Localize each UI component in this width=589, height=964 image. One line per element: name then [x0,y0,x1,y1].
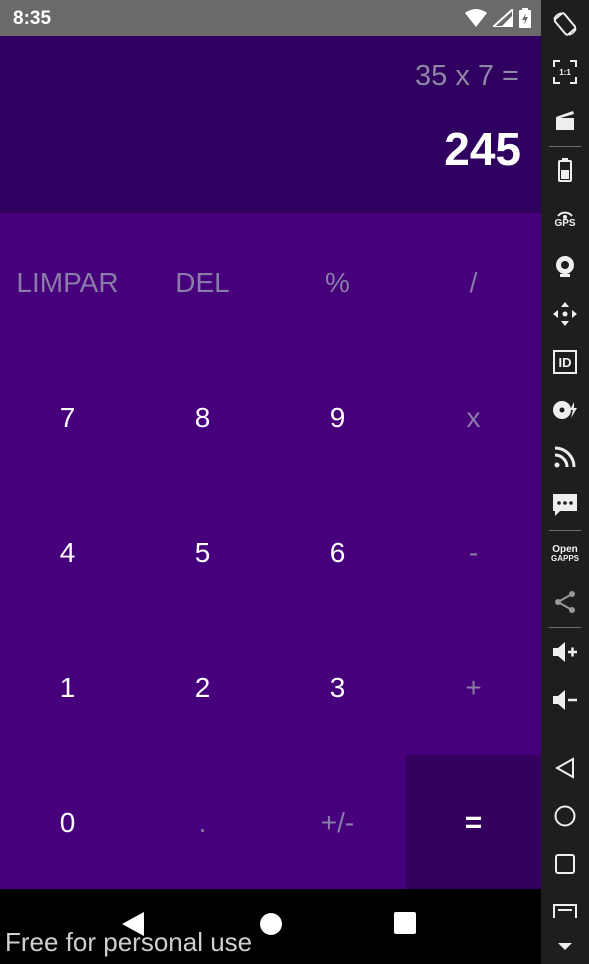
battery-icon [519,8,531,28]
volume-down-icon [553,690,577,710]
ratio-label: 1:1 [559,67,571,77]
battery-button[interactable] [541,150,589,190]
divide-button[interactable]: / [406,215,541,350]
toolbar-divider [549,627,581,628]
keypad: LIMPAR DEL % / 7 8 9 x 4 5 6 - 1 2 3 + 0… [0,213,541,890]
percent-button[interactable]: % [270,215,405,350]
device-id-button[interactable]: ID [541,342,589,382]
side-back-button[interactable] [541,748,589,788]
side-recents-button[interactable] [541,844,589,884]
id-label: ID [558,354,572,370]
cast-icon [554,446,576,468]
rotate-button[interactable] [541,4,589,44]
digit-9-button[interactable]: 9 [270,350,405,485]
gps-button[interactable]: GPS [541,198,589,238]
toolbar-divider [549,530,581,531]
opengapps-button[interactable]: Open GAPPS [541,534,589,574]
volume-up-icon [553,642,577,662]
decimal-button[interactable]: . [135,755,270,890]
clapperboard-icon [556,111,574,130]
emulator-toolbar: 1:1 GPS ID Open GAPPS [541,0,589,964]
webcam-icon [556,256,574,277]
delete-button[interactable]: DEL [135,215,270,350]
signal-icon [493,9,513,27]
sms-button[interactable] [541,485,589,525]
digit-6-button[interactable]: 6 [270,485,405,620]
clear-button[interactable]: LIMPAR [0,215,135,350]
digit-7-button[interactable]: 7 [0,350,135,485]
status-time: 8:35 [13,8,52,29]
status-icons [465,8,531,28]
side-home-button[interactable] [541,796,589,836]
recents-square-icon [555,854,575,874]
digit-5-button[interactable]: 5 [135,485,270,620]
message-icon [553,494,577,516]
menu-icon [553,904,577,918]
back-triangle-icon [555,757,574,779]
screen-record-button[interactable] [541,100,589,140]
rotate-icon [553,12,577,36]
home-circle-icon [554,805,576,827]
move-icon [553,302,577,326]
subtract-button[interactable]: - [406,485,541,620]
move-button[interactable] [541,294,589,334]
opengapps-label-line2: GAPPS [550,554,579,563]
phone-screen: 8:35 35 x 7 = 245 LIMPAR DEL % / 7 8 9 x… [0,0,541,964]
volume-down-button[interactable] [541,680,589,720]
toolbar-divider [549,146,581,147]
expand-toolbar-button[interactable] [541,928,589,964]
share-button[interactable] [541,582,589,622]
multiply-button[interactable]: x [406,350,541,485]
result-text: 245 [444,123,521,175]
side-menu-button[interactable] [541,896,589,918]
ratio-button[interactable]: 1:1 [541,52,589,92]
digit-1-button[interactable]: 1 [0,620,135,755]
wifi-icon [465,9,487,27]
calculator-display: 35 x 7 = 245 [0,36,541,213]
disk-io-button[interactable] [541,390,589,430]
volume-up-button[interactable] [541,632,589,672]
watermark-text: Free for personal use [5,927,253,957]
disk-icon [553,401,577,419]
add-button[interactable]: + [406,620,541,755]
status-bar: 8:35 [0,0,541,36]
opengapps-label-line1: Open [552,544,578,555]
battery-icon [558,158,572,182]
home-icon[interactable] [258,911,284,937]
camera-button[interactable] [541,246,589,286]
digit-8-button[interactable]: 8 [135,350,270,485]
equals-button[interactable]: = [406,755,541,890]
digit-0-button[interactable]: 0 [0,755,135,890]
digit-3-button[interactable]: 3 [270,620,405,755]
gps-icon [557,211,573,219]
recents-icon[interactable] [393,911,417,935]
chevron-down-icon [558,943,572,950]
share-icon [555,591,575,613]
digit-2-button[interactable]: 2 [135,620,270,755]
digit-4-button[interactable]: 4 [0,485,135,620]
sign-toggle-button[interactable]: +/- [270,755,405,890]
gps-label: GPS [554,217,576,229]
cast-button[interactable] [541,437,589,477]
expression-text: 35 x 7 = [415,60,519,92]
